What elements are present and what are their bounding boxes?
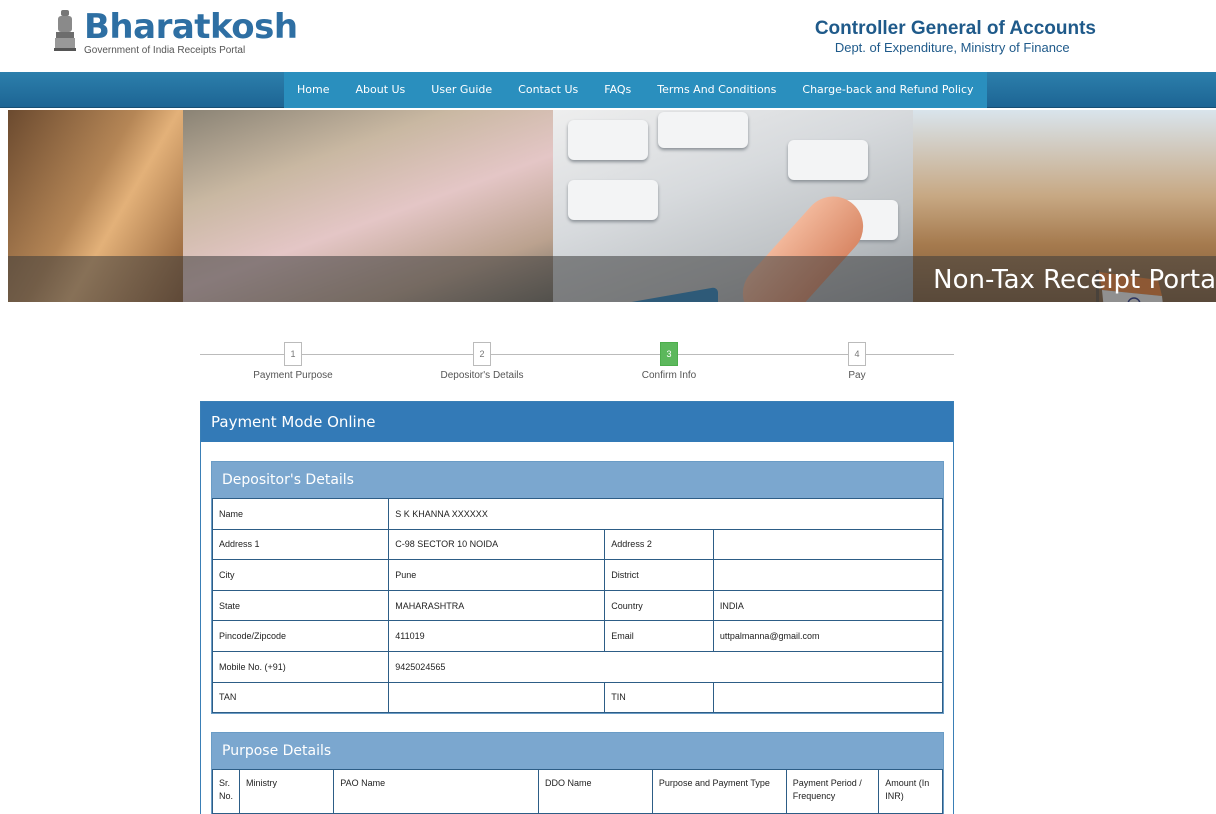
step-payment-purpose: 1 Payment Purpose: [223, 340, 363, 381]
brand-name: Bharatkosh: [84, 7, 298, 47]
email-label: Email: [604, 620, 714, 652]
district-label: District: [604, 559, 714, 591]
step-depositor-details: 2 Depositor's Details: [412, 340, 552, 381]
keycap-shape: [658, 112, 748, 148]
table-row: TAN TIN: [211, 681, 944, 714]
header-ddo-name: DDO Name: [537, 769, 653, 814]
nav-faqs[interactable]: FAQs: [591, 72, 644, 108]
step-confirm-info: 3 Confirm Info: [599, 340, 739, 381]
address1-label: Address 1: [211, 528, 390, 561]
email-value: uttpalmanna@gmail.com: [712, 620, 944, 652]
header-ministry: Ministry: [238, 769, 335, 814]
main-nav: Home About Us User Guide Contact Us FAQs…: [0, 72, 1216, 108]
nav-terms[interactable]: Terms And Conditions: [644, 72, 789, 108]
tin-label: TIN: [604, 681, 714, 714]
nav-about-us[interactable]: About Us: [342, 72, 418, 108]
keycap-shape: [788, 140, 868, 180]
payment-panel: Payment Mode Online Depositor's Details …: [200, 401, 954, 814]
country-label: Country: [604, 589, 714, 622]
tan-value: [388, 681, 606, 714]
table-row: Mobile No. (+91) 9425024565: [211, 650, 943, 683]
table-row: Pincode/Zipcode 411019 Email uttpalmanna…: [211, 620, 944, 652]
org-info: Controller General of Accounts Dept. of …: [815, 18, 1096, 56]
table-row: Name S K KHANNA XXXXXX: [211, 498, 943, 530]
address1-value: C-98 SECTOR 10 NOIDA: [388, 528, 606, 561]
step-number: 3: [660, 342, 678, 366]
purpose-details-title: Purpose Details: [212, 733, 943, 769]
keycap-shape: [568, 180, 658, 220]
step-pay: 4 Pay: [787, 340, 927, 381]
table-row: Address 1 C-98 SECTOR 10 NOIDA Address 2: [211, 528, 944, 561]
nav-refund-policy[interactable]: Charge-back and Refund Policy: [789, 72, 986, 108]
step-label: Depositor's Details: [440, 370, 524, 381]
table-row: State MAHARASHTRA Country INDIA: [211, 589, 944, 622]
pincode-label: Pincode/Zipcode: [211, 620, 390, 652]
pincode-value: 411019: [388, 620, 606, 652]
district-value: [712, 559, 944, 591]
tin-value: [712, 681, 944, 714]
step-label: Confirm Info: [641, 370, 697, 381]
mobile-label: Mobile No. (+91): [211, 650, 390, 683]
header-sr-no: Sr. No.: [212, 769, 240, 814]
org-subtitle: Dept. of Expenditure, Ministry of Financ…: [834, 40, 1070, 55]
nav-contact-us[interactable]: Contact Us: [505, 72, 591, 108]
step-label: Payment Purpose: [253, 370, 333, 381]
nav-user-guide[interactable]: User Guide: [418, 72, 505, 108]
depositor-details-table: Name S K KHANNA XXXXXX Address 1 C-98 SE…: [211, 498, 944, 714]
banner-caption: Non-Tax Receipt Porta: [933, 265, 1216, 295]
country-value: INDIA: [712, 589, 944, 622]
keycap-shape: [568, 120, 648, 160]
state-label: State: [211, 589, 390, 622]
state-value: MAHARASHTRA: [388, 589, 606, 622]
step-number: 2: [473, 342, 491, 366]
hero-banner: Non-Tax Receipt Porta: [8, 110, 1216, 302]
progress-steps: 1 Payment Purpose 2 Depositor's Details …: [200, 340, 954, 390]
panel-title: Payment Mode Online: [201, 402, 953, 442]
purpose-details-panel: Purpose Details Sr. No. Ministry PAO Nam…: [211, 732, 944, 814]
table-row: City Pune District: [211, 559, 944, 591]
nav-home[interactable]: Home: [284, 72, 342, 108]
city-value: Pune: [388, 559, 606, 591]
name-label: Name: [211, 498, 390, 530]
mobile-value: 9425024565: [388, 650, 943, 683]
site-header: Bharatkosh Government of India Receipts …: [0, 0, 1216, 72]
table-header-row: Sr. No. Ministry PAO Name DDO Name Purpo…: [212, 769, 943, 814]
city-label: City: [211, 559, 390, 591]
bharatkosh-logo[interactable]: Bharatkosh Government of India Receipts …: [52, 8, 298, 58]
org-title: Controller General of Accounts: [814, 18, 1096, 39]
tan-label: TAN: [211, 681, 390, 714]
name-value: S K KHANNA XXXXXX: [388, 498, 943, 530]
header-purpose-type: Purpose and Payment Type: [651, 769, 787, 814]
step-number: 4: [848, 342, 866, 366]
purpose-details-table: Sr. No. Ministry PAO Name DDO Name Purpo…: [212, 769, 943, 814]
header-amount: Amount (In INR): [878, 769, 943, 814]
header-payment-period: Payment Period / Frequency: [785, 769, 880, 814]
header-pao-name: PAO Name: [333, 769, 539, 814]
nav-menu: Home About Us User Guide Contact Us FAQs…: [284, 72, 987, 108]
address2-value: [712, 528, 944, 561]
address2-label: Address 2: [604, 528, 714, 561]
depositor-details-title: Depositor's Details: [212, 462, 943, 498]
national-emblem-icon: [54, 10, 76, 51]
step-number: 1: [284, 342, 302, 366]
depositor-details-panel: Depositor's Details Name S K KHANNA XXXX…: [211, 461, 944, 715]
step-label: Pay: [848, 370, 866, 381]
